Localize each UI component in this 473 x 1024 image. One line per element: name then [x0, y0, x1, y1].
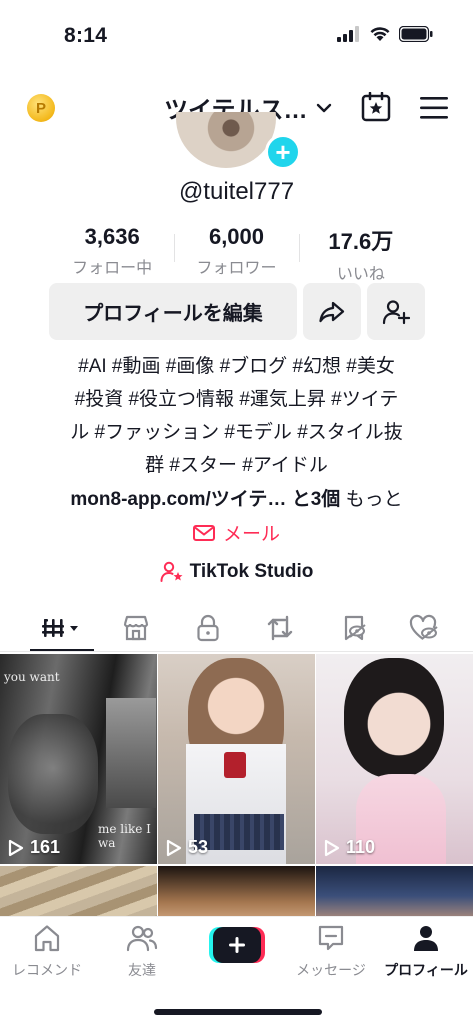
- bio-line: 群 #スター #アイドル: [145, 455, 328, 476]
- chevron-down-icon: [316, 103, 331, 112]
- mail-link[interactable]: メール: [0, 519, 473, 546]
- share-arrow-icon: [319, 301, 345, 322]
- content-tabs: [0, 604, 473, 652]
- play-icon: [8, 839, 24, 856]
- nav-home[interactable]: レコメンド: [2, 923, 92, 980]
- message-icon: [318, 925, 344, 951]
- more-link[interactable]: もっと: [346, 489, 403, 510]
- following-label: フォロー中: [72, 260, 153, 277]
- video-overlay-text: you want: [4, 670, 60, 684]
- nav-profile[interactable]: プロフィール: [381, 923, 471, 980]
- plus-icon: [209, 927, 265, 963]
- play-icon: [324, 839, 340, 856]
- play-icon: [166, 839, 182, 856]
- nav-home-label: レコメンド: [12, 962, 82, 978]
- add-friend-button[interactable]: [367, 283, 425, 340]
- profile-stats: 3,636 フォロー中 6,000 フォロワー 17.6万 いいね: [50, 224, 423, 283]
- followers-count: 6,000: [208, 224, 265, 249]
- profile-icon: [414, 926, 438, 951]
- video-grid-icon: [42, 619, 78, 637]
- video-thumbnail[interactable]: 110: [316, 654, 473, 864]
- likes-count: 17.6万: [328, 229, 394, 254]
- followers-stat[interactable]: 6,000 フォロワー: [174, 224, 298, 277]
- nav-messages-label: メッセージ: [296, 962, 366, 978]
- bookmark-hidden-icon: [344, 615, 366, 641]
- view-count: 53: [188, 837, 209, 857]
- heart-hidden-icon: [409, 614, 438, 640]
- signal-icon: [337, 26, 359, 42]
- view-count: 161: [30, 837, 61, 857]
- share-profile-button[interactable]: [303, 283, 361, 340]
- video-thumbnail[interactable]: you want me like I wa 161: [0, 654, 157, 864]
- tab-private[interactable]: [188, 610, 228, 646]
- video-views: 110: [324, 837, 375, 858]
- tab-shop[interactable]: [116, 610, 156, 646]
- edit-profile-button[interactable]: プロフィールを編集: [49, 283, 297, 340]
- video-grid: you want me like I wa 161 53 110: [0, 654, 473, 916]
- bio-line: #投資 #役立つ情報 #運気上昇 #ツイテ: [74, 389, 399, 410]
- profile-handle: @tuitel777: [178, 178, 295, 205]
- status-icons: [337, 26, 433, 42]
- video-thumbnail[interactable]: [158, 866, 315, 916]
- video-thumbnail[interactable]: [316, 866, 473, 916]
- video-thumbnail[interactable]: [0, 866, 157, 916]
- video-thumbnail[interactable]: 53: [158, 654, 315, 864]
- status-bar: 8:14: [0, 0, 473, 70]
- profile-bio: #AI #動画 #画像 #ブログ #幻想 #美女 #投資 #役立つ情報 #運気上…: [40, 350, 433, 482]
- tab-favorites-hidden[interactable]: [334, 610, 374, 646]
- active-tab-indicator: [30, 649, 94, 651]
- shop-icon: [123, 615, 149, 641]
- view-count: 110: [346, 837, 376, 857]
- profile-link-extra: と3個: [291, 489, 341, 510]
- calendar-star-icon[interactable]: [361, 92, 391, 122]
- profile-links[interactable]: mon8-app.com/ツイテ… と3個 もっと: [0, 484, 473, 511]
- mail-label: メール: [222, 524, 280, 545]
- tab-reposts[interactable]: [260, 610, 300, 646]
- following-count: 3,636: [84, 224, 140, 249]
- bio-line: #AI #動画 #画像 #ブログ #幻想 #美女: [78, 356, 395, 377]
- studio-label: TikTok Studio: [189, 561, 314, 582]
- add-story-button[interactable]: +: [265, 134, 301, 170]
- profile-link[interactable]: mon8-app.com/ツイテ…: [70, 489, 286, 510]
- coin-letter: P: [35, 99, 46, 117]
- battery-icon: [399, 26, 433, 42]
- video-views: 161: [8, 837, 60, 858]
- nav-friends-label: 友達: [128, 962, 156, 978]
- likes-stat[interactable]: 17.6万 いいね: [298, 224, 423, 283]
- status-time: 8:14: [64, 24, 108, 47]
- hamburger-menu-icon[interactable]: [420, 96, 448, 120]
- wifi-icon: [370, 27, 390, 41]
- create-button[interactable]: [209, 927, 265, 963]
- nav-profile-label: プロフィール: [384, 962, 468, 978]
- home-indicator: [154, 1009, 322, 1015]
- home-icon: [34, 925, 60, 952]
- following-stat[interactable]: 3,636 フォロー中: [50, 224, 174, 277]
- tab-videos[interactable]: [40, 610, 86, 646]
- studio-user-star-icon: [160, 561, 183, 582]
- tab-liked-hidden[interactable]: [404, 610, 444, 646]
- lock-icon: [197, 614, 219, 642]
- mail-icon: [192, 524, 215, 541]
- video-overlay-text: me like I wa: [98, 822, 151, 850]
- friends-icon: [126, 925, 158, 952]
- nav-messages[interactable]: メッセージ: [286, 923, 376, 980]
- bottom-navigation: レコメンド 友達 メッセージ プロフィール: [0, 916, 473, 1024]
- followers-label: フォロワー: [196, 260, 277, 277]
- repost-icon: [267, 615, 293, 641]
- coin-icon[interactable]: P: [27, 94, 55, 122]
- avatar[interactable]: [176, 112, 276, 168]
- video-views: 53: [166, 837, 208, 858]
- tiktok-studio-link[interactable]: TikTok Studio: [0, 561, 473, 583]
- nav-friends[interactable]: 友達: [97, 923, 187, 980]
- likes-label: いいね: [336, 266, 385, 283]
- add-user-icon: [382, 299, 410, 324]
- bio-line: ル #ファッション #モデル #スタイル抜: [70, 422, 403, 443]
